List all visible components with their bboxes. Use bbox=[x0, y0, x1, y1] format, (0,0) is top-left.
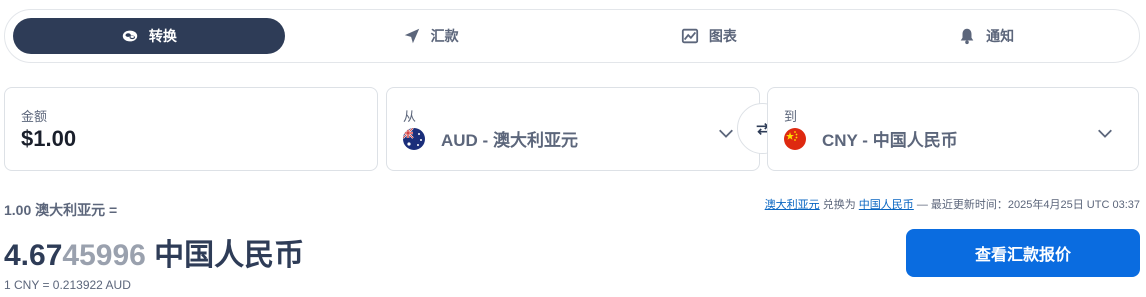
exchange-coins-icon bbox=[122, 30, 138, 42]
send-icon bbox=[404, 28, 419, 44]
view-transfer-quote-button[interactable]: 查看汇款报价 bbox=[906, 229, 1140, 277]
tab-label: 汇款 bbox=[430, 28, 459, 44]
amount-input[interactable]: $1.00 bbox=[21, 126, 76, 152]
china-flag-icon bbox=[784, 127, 806, 150]
bell-icon bbox=[960, 28, 974, 45]
from-label: 从 bbox=[403, 109, 417, 124]
converted-amount-main: 4.67 bbox=[4, 239, 63, 272]
from-currency-text: AUD - 澳大利亚元 bbox=[441, 131, 578, 150]
to-currency-text: CNY - 中国人民币 bbox=[822, 131, 958, 150]
tab-label: 通知 bbox=[986, 28, 1015, 44]
tab-charts[interactable]: 图表 bbox=[576, 18, 841, 54]
converted-currency: 中国人民币 bbox=[154, 239, 305, 272]
tab-send[interactable]: 汇款 bbox=[285, 18, 577, 54]
converted-amount-faded: 45996 bbox=[62, 239, 146, 272]
last-updated-text: — 最近更新时间：2025年4月25日 UTC 03:37 bbox=[916, 199, 1140, 211]
convert-word: 兑换为 bbox=[822, 199, 856, 211]
from-currency-row: AUD - 澳大利亚元 bbox=[403, 126, 578, 151]
australia-flag-icon bbox=[403, 127, 425, 150]
result-from-text: 1.00 澳大利亚元 = bbox=[4, 202, 118, 218]
tab-label: 转换 bbox=[148, 28, 177, 44]
chart-icon bbox=[681, 28, 698, 44]
tab-bar: 转换 汇款 图表 通知 bbox=[4, 9, 1140, 63]
to-currency-select[interactable]: 到 CNY - 中国人民币 bbox=[767, 87, 1139, 171]
tab-convert[interactable]: 转换 bbox=[13, 18, 285, 54]
to-currency-link[interactable]: 中国人民币 bbox=[859, 199, 914, 211]
update-info: 澳大利亚元 兑换为 中国人民币 — 最近更新时间：2025年4月25日 UTC … bbox=[765, 196, 1140, 212]
from-currency-link[interactable]: 澳大利亚元 bbox=[765, 199, 820, 211]
inverse-rate: 1 CNY = 0.213922 AUD bbox=[4, 278, 131, 292]
to-currency-row: CNY - 中国人民币 bbox=[784, 126, 958, 151]
chevron-down-icon bbox=[1098, 129, 1112, 138]
chevron-down-icon bbox=[719, 129, 733, 138]
amount-label: 金额 bbox=[21, 109, 48, 124]
converted-amount: 4.6745996 中国人民币 bbox=[4, 230, 304, 274]
to-label: 到 bbox=[784, 109, 798, 124]
tab-alerts[interactable]: 通知 bbox=[841, 18, 1131, 54]
amount-field[interactable]: 金额 $1.00 bbox=[4, 87, 378, 171]
from-currency-select[interactable]: 从 AUD - 澳大利亚元 bbox=[386, 87, 760, 171]
tab-label: 图表 bbox=[708, 28, 737, 44]
